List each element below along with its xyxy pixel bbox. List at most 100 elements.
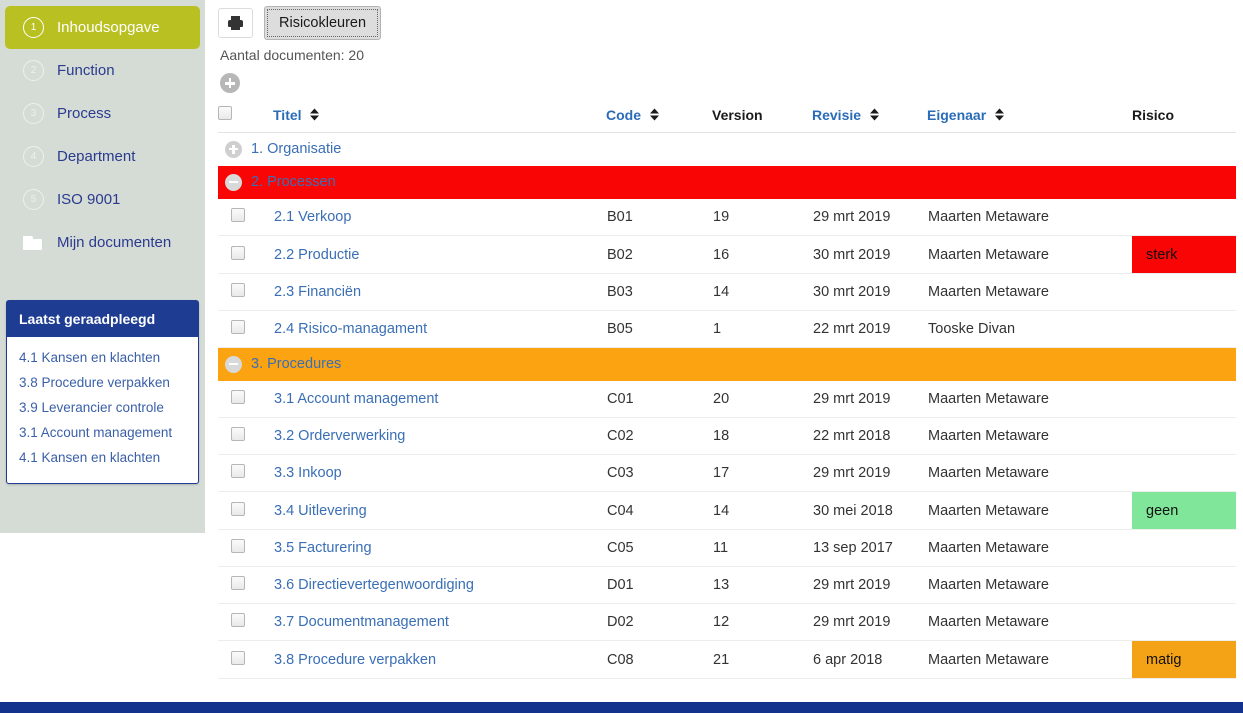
sidebar-item-department[interactable]: 4Department: [5, 135, 200, 178]
row-checkbox[interactable]: [231, 208, 245, 222]
cell-version: 20: [712, 381, 812, 418]
sidebar-item-inhoudsopgave[interactable]: 1 Inhoudsopgave: [5, 6, 200, 49]
recent-document-link[interactable]: 4.1 Kansen en klachten: [7, 445, 198, 470]
cell-version: 1: [712, 311, 812, 348]
cell-code: C08: [606, 641, 712, 679]
cell-version: 17: [712, 455, 812, 492]
cell-version: 14: [712, 492, 812, 530]
row-checkbox[interactable]: [231, 651, 245, 665]
row-checkbox[interactable]: [231, 246, 245, 260]
sort-icon-revision[interactable]: [869, 108, 880, 121]
row-checkbox[interactable]: [231, 320, 245, 334]
row-checkbox[interactable]: [231, 283, 245, 297]
cell-title: 2.1 Verkoop: [273, 199, 606, 236]
sidebar-item-label: ISO 9001: [57, 192, 120, 207]
cell-code: C05: [606, 530, 712, 567]
number-badge-icon: 3: [23, 103, 44, 124]
collapse-icon[interactable]: [225, 356, 242, 373]
document-title-link[interactable]: 3.2 Orderverwerking: [274, 428, 405, 444]
cell-revision: 13 sep 2017: [812, 530, 927, 567]
document-title-link[interactable]: 2.3 Financiën: [274, 284, 361, 300]
sidebar-item-iso-9001[interactable]: 5ISO 9001: [5, 178, 200, 221]
recent-document-link[interactable]: 4.1 Kansen en klachten: [7, 345, 198, 370]
sidebar-item-mijn-documenten[interactable]: Mijn documenten: [5, 221, 200, 264]
recent-document-link[interactable]: 3.8 Procedure verpakken: [7, 370, 198, 395]
cell-code: D02: [606, 604, 712, 641]
document-title-link[interactable]: 2.4 Risico-managament: [274, 321, 427, 337]
document-title-link[interactable]: 3.3 Inkoop: [274, 465, 342, 481]
cell-risk: [1132, 567, 1236, 604]
table-row: 3.5 FactureringC051113 sep 2017Maarten M…: [218, 530, 1236, 567]
cell-code: C04: [606, 492, 712, 530]
collapse-icon[interactable]: [225, 174, 242, 191]
row-checkbox[interactable]: [231, 539, 245, 553]
sidebar-item-function[interactable]: 2Function: [5, 49, 200, 92]
circle-plus-icon[interactable]: [220, 73, 240, 93]
sort-icon-owner[interactable]: [994, 108, 1005, 121]
sort-icon-title[interactable]: [309, 108, 320, 121]
table-group-row[interactable]: 2. Processen: [218, 166, 1236, 199]
document-title-link[interactable]: 2.1 Verkoop: [274, 209, 351, 225]
cell-revision: 29 mrt 2019: [812, 199, 927, 236]
document-title-link[interactable]: 3.5 Facturering: [274, 540, 372, 556]
row-checkbox[interactable]: [231, 464, 245, 478]
document-title-link[interactable]: 3.1 Account management: [274, 391, 438, 407]
cell-code: C02: [606, 418, 712, 455]
row-checkbox[interactable]: [231, 427, 245, 441]
header-risk: Risico: [1132, 106, 1236, 133]
group-row-cell: 2. Processen: [218, 166, 1236, 199]
cell-title: 3.8 Procedure verpakken: [273, 641, 606, 679]
header-owner[interactable]: Eigenaar: [927, 106, 1132, 133]
table-group-row[interactable]: 1. Organisatie: [218, 133, 1236, 166]
row-checkbox[interactable]: [231, 502, 245, 516]
toolbar: Risicokleuren: [218, 0, 1243, 40]
cell-revision: 6 apr 2018: [812, 641, 927, 679]
expand-icon[interactable]: [225, 141, 242, 158]
cell-revision: 30 mrt 2019: [812, 274, 927, 311]
sort-icon-code[interactable]: [649, 108, 660, 121]
group-row-label[interactable]: 2. Processen: [251, 174, 336, 190]
print-button[interactable]: [218, 8, 253, 38]
group-row-label[interactable]: 1. Organisatie: [251, 141, 341, 157]
document-title-link[interactable]: 3.6 Directievertegenwoordiging: [274, 577, 474, 593]
header-revision[interactable]: Revisie: [812, 106, 927, 133]
recent-document-link[interactable]: 3.1 Account management: [7, 420, 198, 445]
cell-owner: Maarten Metaware: [927, 492, 1132, 530]
recent-document-link[interactable]: 3.9 Leverancier controle: [7, 395, 198, 420]
document-title-link[interactable]: 3.7 Documentmanagement: [274, 614, 449, 630]
table-group-row[interactable]: 3. Procedures: [218, 348, 1236, 381]
header-code[interactable]: Code: [606, 106, 712, 133]
row-checkbox[interactable]: [231, 613, 245, 627]
document-title-link[interactable]: 3.8 Procedure verpakken: [274, 652, 436, 668]
document-title-link[interactable]: 3.4 Uitlevering: [274, 503, 367, 519]
row-select-cell: [218, 604, 273, 641]
cell-risk: sterk: [1132, 236, 1236, 274]
footer-bar: [0, 702, 1243, 713]
header-title[interactable]: Titel: [273, 106, 606, 133]
cell-code: B01: [606, 199, 712, 236]
sidebar-item-label: Process: [57, 106, 111, 121]
row-select-cell: [218, 274, 273, 311]
cell-code: B02: [606, 236, 712, 274]
row-select-cell: [218, 455, 273, 492]
cell-owner: Maarten Metaware: [927, 567, 1132, 604]
cell-title: 3.6 Directievertegenwoordiging: [273, 567, 606, 604]
row-select-cell: [218, 567, 273, 604]
cell-risk: [1132, 311, 1236, 348]
group-row-label[interactable]: 3. Procedures: [251, 356, 341, 372]
risk-colors-button[interactable]: Risicokleuren: [264, 6, 381, 40]
cell-risk: geen: [1132, 492, 1236, 530]
number-badge-icon: 1: [23, 17, 44, 38]
sidebar-item-label: Inhoudsopgave: [57, 20, 160, 35]
row-select-cell: [218, 381, 273, 418]
sidebar-item-process[interactable]: 3 Process: [5, 92, 200, 135]
row-checkbox[interactable]: [231, 576, 245, 590]
cell-owner: Maarten Metaware: [927, 455, 1132, 492]
table-row: 3.6 DirectievertegenwoordigingD011329 mr…: [218, 567, 1236, 604]
row-checkbox[interactable]: [231, 390, 245, 404]
cell-title: 3.7 Documentmanagement: [273, 604, 606, 641]
cell-revision: 29 mrt 2019: [812, 604, 927, 641]
select-all-checkbox[interactable]: [218, 106, 232, 120]
document-title-link[interactable]: 2.2 Productie: [274, 247, 359, 263]
document-count-label: Aantal documenten: 20: [218, 40, 1243, 63]
